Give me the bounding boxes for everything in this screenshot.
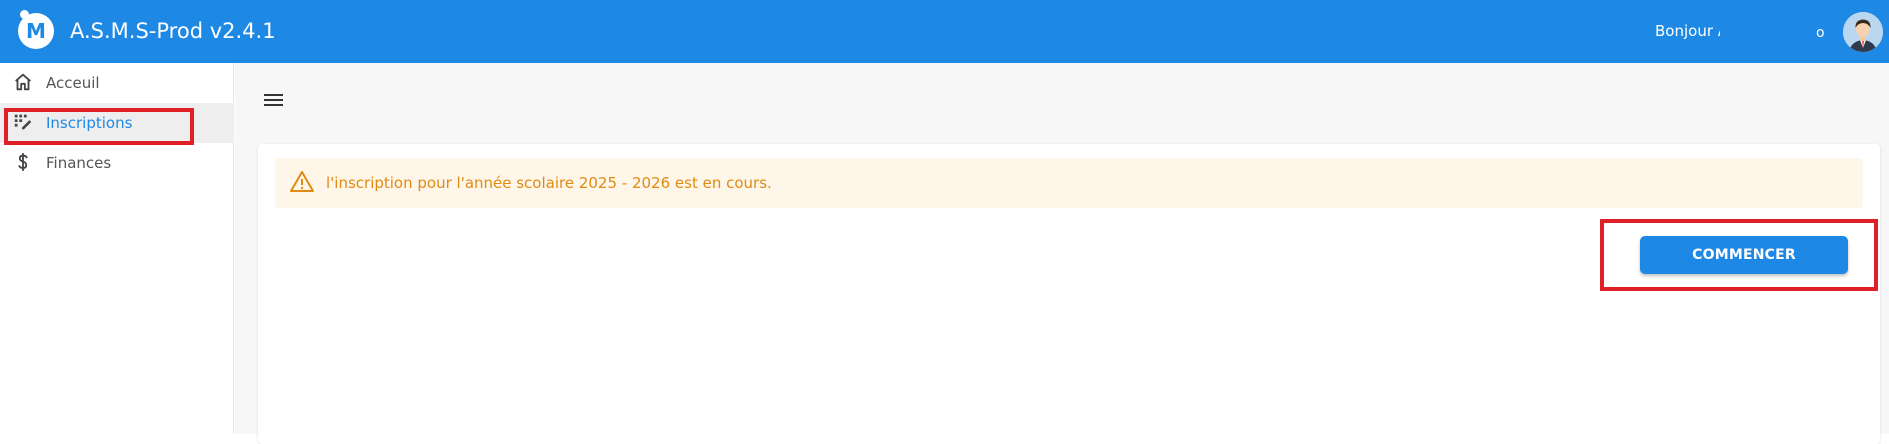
home-icon [11, 71, 35, 95]
avatar-person-icon [1843, 12, 1883, 52]
sidebar: Acceuil Inscriptions Finances [0, 63, 234, 434]
hamburger-menu-icon [264, 94, 283, 106]
main-content: l'inscription pour l'année scolaire 2025… [235, 63, 1889, 444]
warning-alert: l'inscription pour l'année scolaire 2025… [275, 158, 1863, 208]
edit-grid-icon [11, 111, 35, 135]
user-greeting: Bonjour A [1655, 22, 1720, 40]
sidebar-item-acceuil[interactable]: Acceuil [0, 63, 234, 103]
app-title: A.S.M.S-Prod v2.4.1 [70, 19, 276, 43]
content-card: l'inscription pour l'année scolaire 2025… [258, 144, 1880, 444]
user-avatar[interactable] [1843, 12, 1883, 52]
alert-message: l'inscription pour l'année scolaire 2025… [326, 174, 772, 192]
logo-dot [20, 10, 29, 19]
sidebar-item-label: Acceuil [46, 74, 100, 92]
sidebar-item-label: Finances [46, 154, 112, 172]
user-greeting-suffix: o [1816, 25, 1825, 41]
top-app-bar: M A.S.M.S-Prod v2.4.1 Bonjour A o [0, 0, 1889, 63]
sidebar-item-finances[interactable]: Finances [0, 143, 234, 183]
sidebar-item-inscriptions[interactable]: Inscriptions [0, 103, 234, 143]
sidebar-item-label: Inscriptions [46, 114, 133, 132]
menu-toggle-button[interactable] [259, 85, 289, 115]
start-inscription-button[interactable]: COMMENCER L'INSCRIPTION [1640, 236, 1848, 301]
dollar-icon [11, 151, 35, 175]
warning-icon [289, 170, 315, 194]
app-logo[interactable]: M [18, 10, 54, 49]
